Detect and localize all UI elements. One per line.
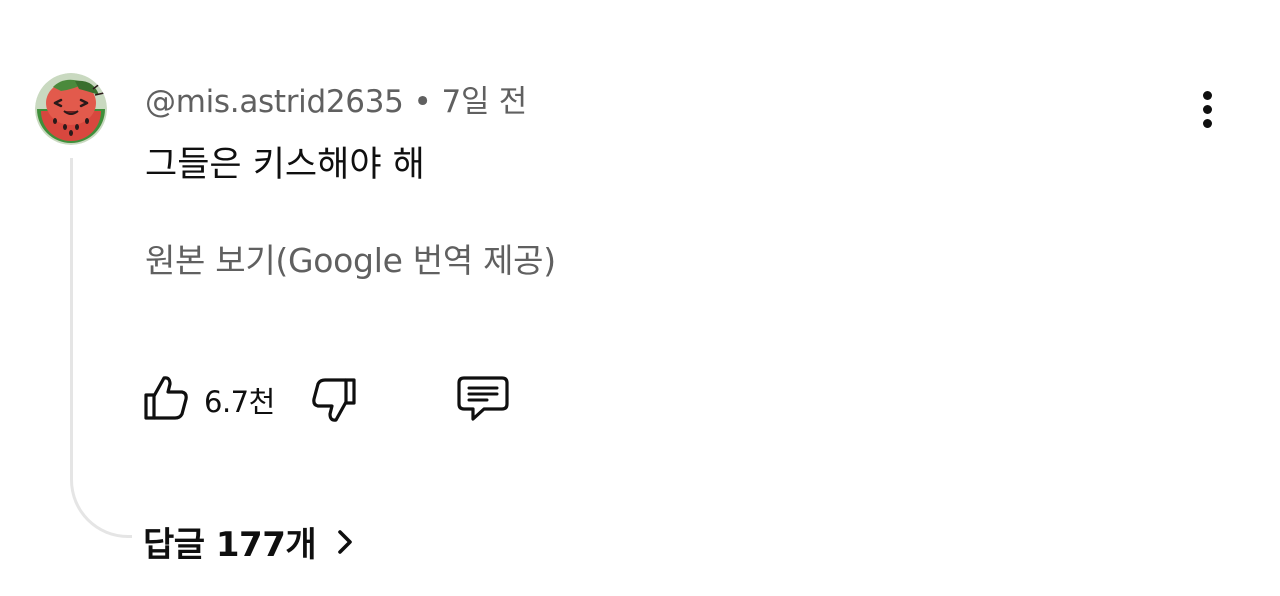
see-original-link[interactable]: 원본 보기(Google 번역 제공) <box>145 234 556 282</box>
thumb-up-icon <box>144 376 188 420</box>
comment-text: 그들은 키스해야 해 <box>145 145 425 185</box>
avatar[interactable] <box>35 73 107 145</box>
dislike-button[interactable] <box>308 374 360 426</box>
view-replies-link[interactable]: 답글 177개 <box>143 517 356 566</box>
reply-button[interactable] <box>454 372 512 426</box>
more-options-button[interactable] <box>1190 88 1228 132</box>
thumb-down-icon <box>312 378 356 422</box>
like-button[interactable] <box>140 372 192 424</box>
comment-time[interactable]: 7일 전 <box>442 84 528 120</box>
replies-count-label: 답글 177개 <box>143 525 317 565</box>
comment-thread: @mis.astrid2635 • 7일 전 그들은 키스해야 해 원본 보기(Go… <box>0 0 1280 596</box>
meta-separator: • <box>413 84 432 120</box>
author-handle[interactable]: @mis.astrid2635 <box>145 84 404 120</box>
like-count: 6.7천 <box>204 385 275 419</box>
chevron-right-icon <box>338 529 352 554</box>
thread-connector-line <box>70 158 132 538</box>
comment-bubble-icon <box>457 376 509 421</box>
watermelon-avatar-icon <box>35 73 107 145</box>
comment-meta: @mis.astrid2635 • 7일 전 <box>145 76 527 121</box>
